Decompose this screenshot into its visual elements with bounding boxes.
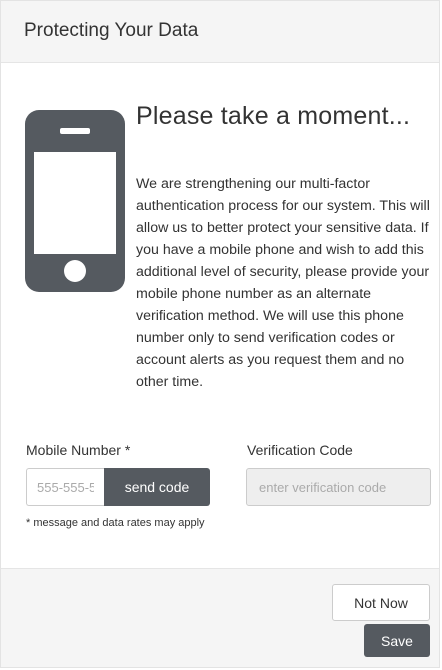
verification-code-input[interactable] <box>246 468 431 506</box>
modal-header: Protecting Your Data <box>1 1 439 63</box>
modal-footer: Not Now Save <box>1 568 439 667</box>
mobile-number-label: Mobile Number * <box>26 442 131 458</box>
disclaimer-text: * message and data rates may apply <box>26 517 205 529</box>
not-now-button[interactable]: Not Now <box>332 584 430 621</box>
send-code-button[interactable]: send code <box>104 468 210 506</box>
page-heading: Please take a moment... <box>136 102 411 130</box>
modal-title: Protecting Your Data <box>24 20 199 41</box>
save-button[interactable]: Save <box>364 624 430 657</box>
modal-dialog: Protecting Your Data Please take a momen… <box>0 0 440 668</box>
mobile-number-input[interactable] <box>26 468 104 506</box>
mobile-phone-icon <box>25 110 125 292</box>
description-text: We are strengthening our multi-factor au… <box>136 176 430 390</box>
verification-code-label: Verification Code <box>247 442 353 458</box>
